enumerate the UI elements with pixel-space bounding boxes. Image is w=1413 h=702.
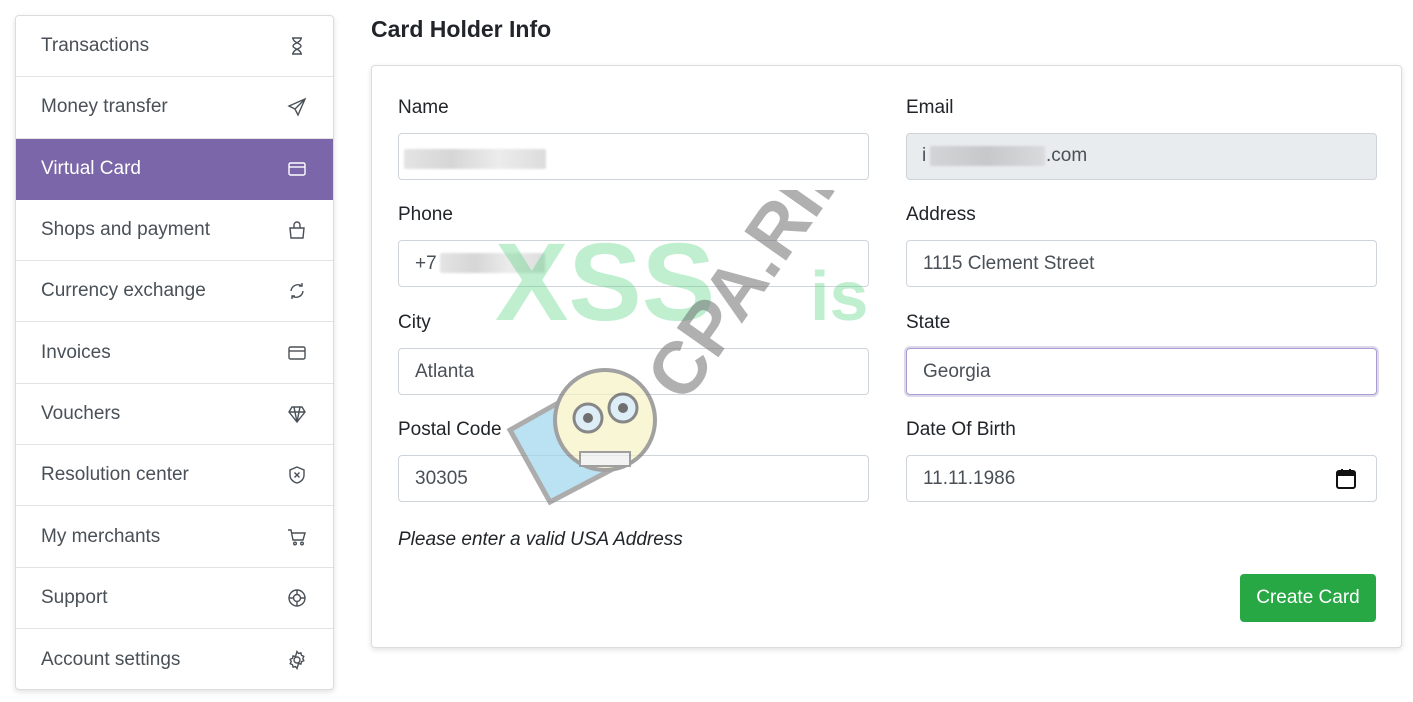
sidebar-item-label: Shops and payment xyxy=(41,219,211,241)
sidebar-item-label: Currency exchange xyxy=(41,280,206,302)
sidebar: Transactions Money transfer Virtual Card… xyxy=(15,15,334,690)
credit-card-icon xyxy=(286,158,308,180)
name-field-group: Name xyxy=(398,97,869,180)
calendar-icon[interactable] xyxy=(1335,468,1357,490)
state-field-group: State xyxy=(906,312,1377,395)
sidebar-item-currency-exchange[interactable]: Currency exchange xyxy=(16,261,333,323)
sidebar-item-label: Virtual Card xyxy=(41,157,141,179)
shield-x-icon xyxy=(286,464,308,486)
create-card-button[interactable]: Create Card xyxy=(1240,574,1376,622)
credit-card-icon xyxy=(286,342,308,364)
sidebar-item-invoices[interactable]: Invoices xyxy=(16,322,333,384)
dob-input[interactable] xyxy=(906,455,1377,502)
city-label: City xyxy=(398,312,431,333)
refresh-icon xyxy=(286,280,308,302)
lifebuoy-icon xyxy=(286,587,308,609)
city-field-group: City xyxy=(398,312,869,395)
sidebar-item-label: Invoices xyxy=(41,341,111,363)
hourglass-icon xyxy=(286,35,308,57)
sidebar-item-label: My merchants xyxy=(41,525,161,547)
name-label: Name xyxy=(398,97,449,118)
sidebar-item-label: Support xyxy=(41,586,108,608)
shopping-bag-icon xyxy=(286,219,308,241)
address-hint: Please enter a valid USA Address xyxy=(398,529,683,550)
sidebar-item-label: Transactions xyxy=(41,35,150,57)
email-label: Email xyxy=(906,97,954,118)
sidebar-item-support[interactable]: Support xyxy=(16,568,333,629)
redacted-text xyxy=(440,253,545,273)
postal-code-field-group: Postal Code xyxy=(398,419,869,502)
dob-label: Date Of Birth xyxy=(906,419,1016,440)
address-label: Address xyxy=(906,204,976,225)
sidebar-item-label: Account settings xyxy=(41,648,181,670)
sidebar-item-transactions[interactable]: Transactions xyxy=(16,16,333,78)
address-field-group: Address xyxy=(906,204,1377,287)
dob-field-group: Date Of Birth xyxy=(906,419,1377,502)
sidebar-item-shops-and-payment[interactable]: Shops and payment xyxy=(16,200,333,262)
sidebar-item-my-merchants[interactable]: My merchants xyxy=(16,506,333,568)
cart-icon xyxy=(286,526,308,548)
send-icon xyxy=(286,96,308,118)
sidebar-item-label: Money transfer xyxy=(41,96,168,118)
sidebar-item-money-transfer[interactable]: Money transfer xyxy=(16,77,333,139)
card-holder-form: Name Email i .com Phone Address City Sta… xyxy=(371,65,1402,648)
sidebar-item-account-settings[interactable]: Account settings xyxy=(16,629,333,689)
postal-code-input[interactable] xyxy=(398,455,869,502)
diamond-icon xyxy=(286,403,308,425)
sidebar-item-label: Vouchers xyxy=(41,402,121,424)
state-label: State xyxy=(906,312,951,333)
address-input[interactable] xyxy=(906,240,1377,287)
gear-icon xyxy=(286,649,308,671)
sidebar-item-virtual-card[interactable]: Virtual Card xyxy=(16,138,333,200)
sidebar-item-resolution-center[interactable]: Resolution center xyxy=(16,445,333,507)
redacted-text xyxy=(404,149,546,169)
sidebar-item-label: Resolution center xyxy=(41,464,189,486)
email-value-start: i xyxy=(922,145,927,166)
email-field-group: Email i .com xyxy=(906,97,1377,180)
city-input[interactable] xyxy=(398,348,869,395)
phone-field-group: Phone xyxy=(398,204,869,287)
postal-code-label: Postal Code xyxy=(398,419,502,440)
email-value-end: .com xyxy=(1046,145,1088,166)
redacted-text xyxy=(930,146,1045,166)
page-title: Card Holder Info xyxy=(371,16,552,42)
sidebar-item-vouchers[interactable]: Vouchers xyxy=(16,384,333,446)
phone-label: Phone xyxy=(398,204,453,225)
state-input[interactable] xyxy=(906,348,1377,395)
